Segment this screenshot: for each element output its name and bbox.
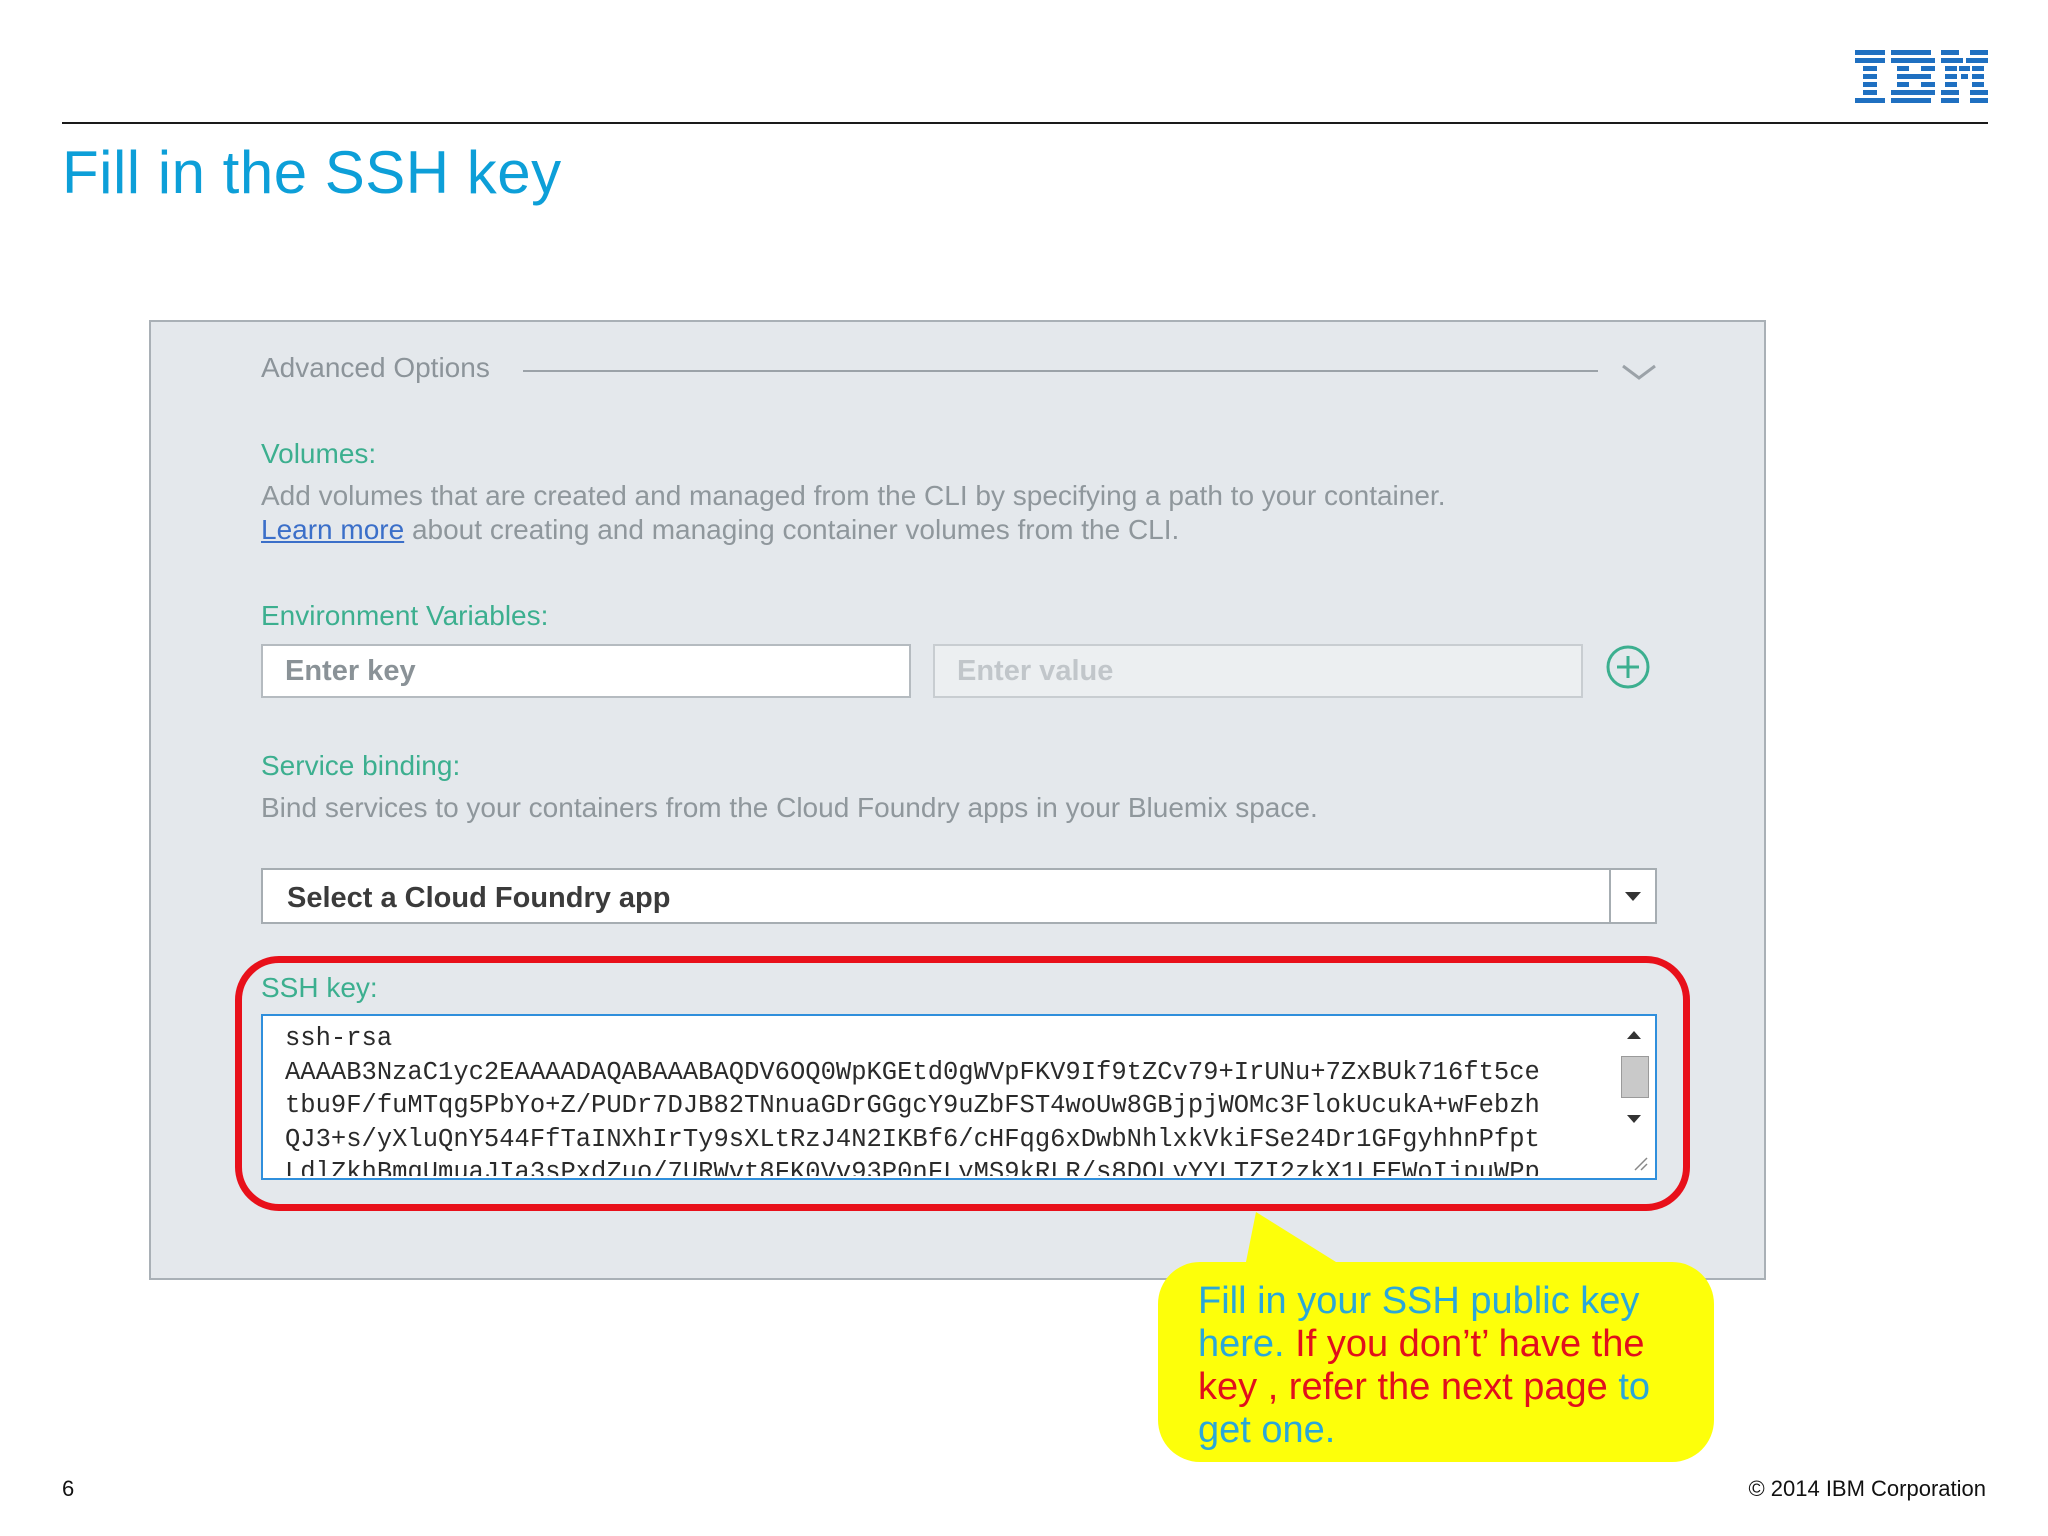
env-key-input[interactable]: Enter key — [261, 644, 911, 698]
select-value: Select a Cloud Foundry app — [287, 882, 671, 914]
chevron-down-icon[interactable] — [1621, 362, 1657, 382]
ibm-logo — [1855, 50, 1988, 103]
volumes-label: Volumes: — [261, 438, 377, 469]
header-rule — [62, 122, 1988, 124]
learn-more-suffix: about creating and managing container vo… — [404, 514, 1180, 545]
service-binding-label: Service binding: — [261, 750, 461, 781]
page-number: 6 — [62, 1476, 75, 1501]
advanced-options-divider — [523, 370, 1598, 372]
ssh-key-highlight — [235, 956, 1690, 1211]
add-variable-icon[interactable] — [1605, 644, 1651, 690]
environment-variables-label: Environment Variables: — [261, 600, 549, 631]
volumes-learn-more-line: Learn more about creating and managing c… — [261, 514, 1179, 546]
select-arrow[interactable] — [1609, 870, 1655, 922]
advanced-options-label: Advanced Options — [261, 352, 490, 383]
env-value-input[interactable]: Enter value — [933, 644, 1583, 698]
copyright: © 2014 IBM Corporation — [1748, 1476, 1986, 1501]
service-binding-description: Bind services to your containers from th… — [261, 792, 1318, 823]
caret-down-icon — [1625, 892, 1641, 901]
instruction-callout: Fill in your SSH public key here. If you… — [1158, 1262, 1714, 1462]
container-config-panel: Advanced Options Volumes: Add volumes th… — [149, 320, 1766, 1280]
learn-more-link[interactable]: Learn more — [261, 514, 404, 545]
volumes-description: Add volumes that are created and managed… — [261, 480, 1446, 511]
slide-title: Fill in the SSH key — [62, 139, 562, 206]
cloud-foundry-app-select[interactable]: Select a Cloud Foundry app — [261, 868, 1657, 924]
